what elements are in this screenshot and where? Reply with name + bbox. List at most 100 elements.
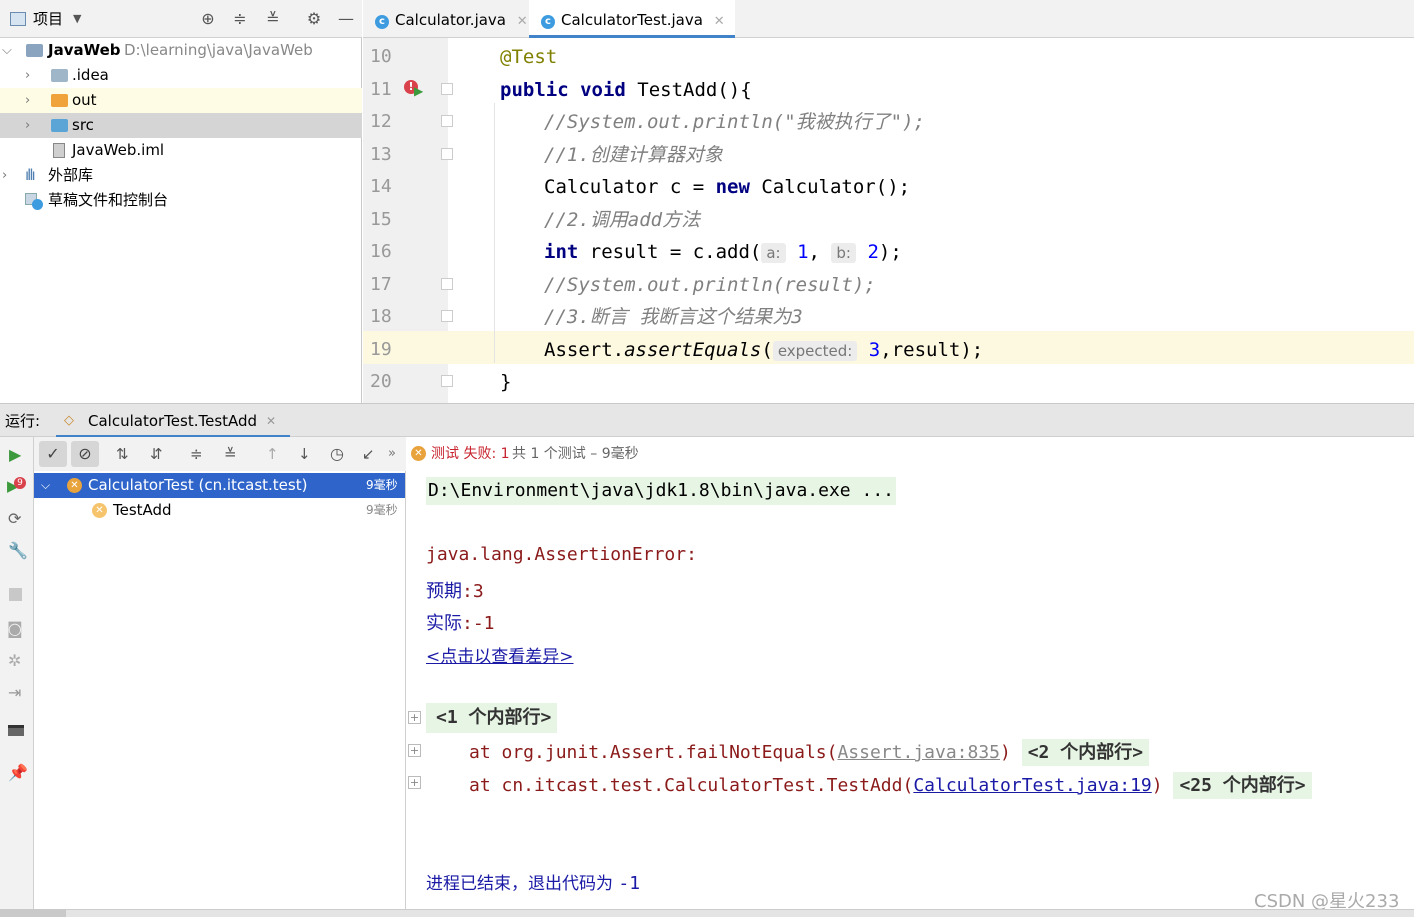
fold-marker-icon[interactable] bbox=[441, 375, 453, 387]
layout-icon[interactable] bbox=[8, 725, 24, 736]
fold-marker-icon[interactable] bbox=[441, 310, 453, 322]
history-icon[interactable]: ◷ bbox=[330, 437, 344, 471]
collapse-all-icon[interactable]: ≚ bbox=[262, 0, 284, 38]
close-icon[interactable]: ✕ bbox=[517, 14, 528, 29]
locate-icon[interactable]: ⊕ bbox=[197, 0, 219, 38]
gear-icon[interactable]: ⚙ bbox=[303, 0, 325, 38]
hide-icon[interactable]: — bbox=[335, 0, 357, 38]
code-line-19: Assert.assertEquals(expected: 3,result); bbox=[544, 331, 983, 364]
show-difference-link[interactable]: <点击以查看差异> bbox=[426, 642, 574, 667]
pin-icon[interactable]: 📌 bbox=[8, 763, 28, 782]
expand-fold-icon[interactable]: + bbox=[408, 776, 421, 789]
test-tree-row-method[interactable]: ✕ TestAdd 9毫秒 bbox=[34, 498, 405, 523]
export-icon[interactable]: ⇥ bbox=[8, 683, 21, 702]
line-number: 19 bbox=[370, 338, 392, 360]
code-line-13: //1.创建计算器对象 bbox=[544, 143, 723, 166]
tab-calculatortest-java[interactable]: c CalculatorTest.java ✕ bbox=[529, 0, 735, 38]
code-line-16: int result = c.add(a: 1, b: 2); bbox=[544, 233, 902, 266]
expand-fold-icon[interactable]: + bbox=[408, 744, 421, 757]
tab-calculator-java[interactable]: c Calculator.java ✕ bbox=[363, 0, 538, 38]
debug-gear-icon[interactable]: ✲ bbox=[8, 651, 21, 670]
tree-item-idea[interactable]: › .idea bbox=[0, 63, 362, 88]
code-line-15: //2.调用add方法 bbox=[544, 208, 701, 231]
module-folder-icon bbox=[26, 44, 43, 57]
tree-item-external-libraries[interactable]: › ıllı 外部库 bbox=[0, 163, 362, 188]
chevron-right-icon[interactable]: › bbox=[25, 63, 30, 88]
line-number: 20 bbox=[370, 371, 392, 392]
toggle-auto-test-icon[interactable]: ⟳ bbox=[8, 509, 21, 528]
test-fail-status: 测试 失败: 1 bbox=[431, 446, 510, 462]
expand-all-icon[interactable]: ≑ bbox=[190, 437, 203, 471]
method-name: assertEquals bbox=[624, 338, 762, 361]
tree-item-javaweb-iml[interactable]: JavaWeb.iml bbox=[0, 138, 362, 163]
number-literal: 3 bbox=[868, 338, 881, 361]
sort-alpha-icon[interactable]: ⇅ bbox=[116, 437, 129, 471]
chevron-down-icon[interactable]: ⌵ bbox=[2, 38, 12, 63]
line-number: 10 bbox=[370, 46, 392, 67]
tree-item-label: .idea bbox=[72, 66, 109, 84]
test-tree-row-class[interactable]: ⌵ ✕ CalculatorTest (cn.itcast.test) 9毫秒 bbox=[34, 473, 405, 498]
trace-text: at cn.itcast.test.CalculatorTest.TestAdd… bbox=[469, 775, 914, 796]
more-icon[interactable]: » bbox=[388, 437, 396, 471]
camera-icon[interactable]: ◙ bbox=[7, 619, 23, 638]
trace-source-link[interactable]: CalculatorTest.java:19 bbox=[913, 775, 1151, 796]
chevron-right-icon[interactable]: › bbox=[25, 88, 30, 113]
tree-item-scratches[interactable]: 草稿文件和控制台 bbox=[0, 188, 362, 213]
run-tab[interactable]: ◇ CalculatorTest.TestAdd ✕ bbox=[56, 404, 290, 438]
fold-marker-icon[interactable] bbox=[441, 115, 453, 127]
tree-item-out[interactable]: › out bbox=[0, 88, 362, 113]
rerun-icon[interactable]: ▶ bbox=[9, 445, 21, 464]
line-number: 18 bbox=[370, 306, 392, 327]
expand-fold-icon[interactable]: + bbox=[408, 711, 421, 724]
fold-marker-icon[interactable] bbox=[441, 148, 453, 160]
folded-lines[interactable]: <2 个内部行> bbox=[1021, 739, 1150, 766]
tree-item-label: JavaWeb bbox=[48, 41, 121, 59]
expected-value: :3 bbox=[462, 581, 484, 602]
show-passed-icon[interactable]: ✓ bbox=[39, 441, 67, 467]
code-text: , bbox=[808, 241, 832, 263]
code-text: ); bbox=[878, 241, 902, 263]
tree-item-label: 草稿文件和控制台 bbox=[48, 191, 169, 209]
run-arrow-icon[interactable]: ▶ bbox=[414, 84, 423, 98]
folded-lines[interactable]: <1 个内部行> bbox=[426, 703, 558, 733]
trace-source-link[interactable]: Assert.java:835 bbox=[837, 742, 1000, 763]
stop-icon[interactable] bbox=[9, 588, 22, 601]
fold-marker-icon[interactable] bbox=[441, 278, 453, 290]
arrow-up-icon[interactable]: ↑ bbox=[266, 437, 279, 471]
java-test-class-icon: c bbox=[541, 15, 555, 29]
keyword: void bbox=[580, 78, 626, 101]
chevron-down-icon[interactable]: ⌵ bbox=[41, 473, 50, 498]
code-text: Calculator c = bbox=[544, 176, 716, 198]
console-command-line: D:\Environment\java\jdk1.8\bin\java.exe … bbox=[426, 477, 896, 505]
chevron-down-icon[interactable]: ▼ bbox=[73, 0, 81, 38]
chevron-right-icon[interactable]: › bbox=[2, 163, 7, 188]
wrench-icon[interactable]: 🔧 bbox=[8, 541, 28, 560]
console-error: java.lang.AssertionError: bbox=[426, 544, 708, 565]
line-number: 11 bbox=[370, 78, 392, 100]
close-icon[interactable]: ✕ bbox=[266, 404, 276, 438]
tree-item-src[interactable]: › src bbox=[0, 113, 362, 138]
actual-value: :-1 bbox=[462, 613, 495, 634]
status-bar-tab[interactable] bbox=[0, 909, 66, 917]
arrow-down-icon[interactable]: ↓ bbox=[298, 437, 311, 471]
tree-item-javaweb[interactable]: ⌵ JavaWeb D:\learning\java\JavaWeb bbox=[0, 38, 362, 63]
collapse-all-icon[interactable]: ≚ bbox=[224, 437, 237, 471]
code-text: Calculator(); bbox=[749, 176, 911, 198]
fold-marker-icon[interactable] bbox=[441, 83, 453, 95]
parameter-hint: a: bbox=[761, 243, 786, 263]
sort-duration-icon[interactable]: ⇵ bbox=[150, 437, 163, 471]
line-number: 14 bbox=[370, 176, 392, 197]
run-tab-label: CalculatorTest.TestAdd bbox=[88, 412, 258, 430]
java-class-icon: c bbox=[375, 15, 389, 29]
console-output[interactable] bbox=[406, 471, 1414, 917]
show-ignored-icon[interactable]: ⊘ bbox=[71, 441, 99, 467]
expand-all-icon[interactable]: ≑ bbox=[229, 0, 251, 38]
project-view-selector[interactable]: 项目 bbox=[33, 0, 63, 38]
exit-label: 进程已结束，退出代码为 bbox=[426, 874, 619, 894]
chevron-right-icon[interactable]: › bbox=[25, 113, 30, 138]
code-text: Assert. bbox=[544, 338, 625, 361]
folded-lines[interactable]: <25 个内部行> bbox=[1173, 772, 1312, 799]
import-tests-icon[interactable]: ↙ bbox=[362, 437, 375, 471]
close-icon[interactable]: ✕ bbox=[714, 14, 725, 29]
keyword: new bbox=[715, 176, 750, 198]
